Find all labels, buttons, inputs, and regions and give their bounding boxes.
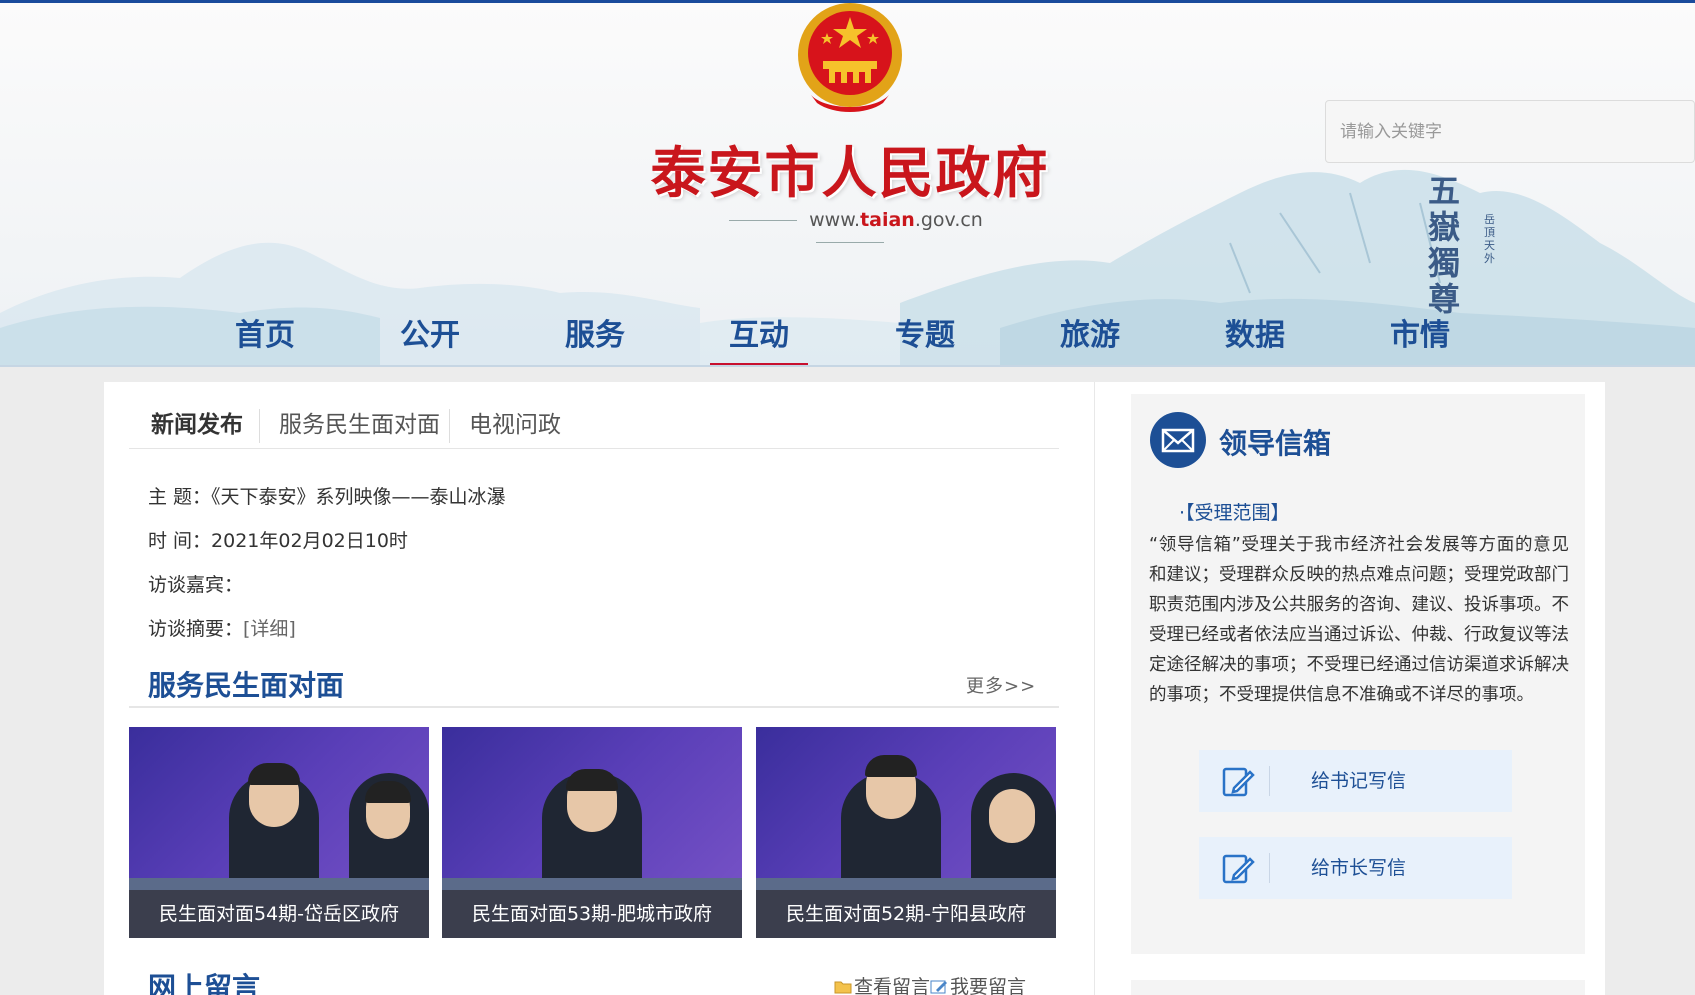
search-box[interactable] <box>1325 100 1695 163</box>
site-url: www.taian.gov.cn <box>680 209 1020 253</box>
nav-item-tourism[interactable]: 旅游 <box>1035 311 1145 367</box>
face-card-caption: 民生面对面53期-肥城市政府 <box>442 890 742 938</box>
calligraphy-signature: 岳頂天外 <box>1484 213 1495 265</box>
face-card[interactable]: 民生面对面53期-肥城市政府 <box>442 727 742 938</box>
nav-item-interaction[interactable]: 互动 <box>710 311 808 367</box>
nav-item-public[interactable]: 公开 <box>375 311 485 367</box>
write-message-link[interactable]: 我要留言 <box>930 976 1026 995</box>
news-guest: 访谈嘉宾： <box>148 574 244 596</box>
news-subject: 主 题：《天下泰安》系列映像——泰山冰瀑 <box>148 486 506 508</box>
news-summary: 访谈摘要：[详细] <box>148 618 296 640</box>
interaction-tabs: 新闻发布 服务民生面对面 电视问政 <box>129 407 1059 449</box>
nav-item-service[interactable]: 服务 <box>540 311 650 367</box>
message-section-title: 网上留言 <box>148 971 261 995</box>
news-time: 时 间：2021年02月02日10时 <box>148 530 408 552</box>
leader-mailbox-title: 领导信箱 <box>1219 427 1332 460</box>
news-subject-value[interactable]: 《天下泰安》系列映像——泰山冰瀑 <box>211 486 506 508</box>
folder-icon <box>834 981 852 994</box>
nav-item-data[interactable]: 数据 <box>1200 311 1310 367</box>
mail-icon <box>1150 412 1206 468</box>
national-emblem-icon <box>798 3 902 112</box>
face-card[interactable]: 民生面对面52期-宁阳县政府 <box>756 727 1056 938</box>
face-card-caption: 民生面对面52期-宁阳县政府 <box>756 890 1056 938</box>
face-card-caption: 民生面对面54期-岱岳区政府 <box>129 890 429 938</box>
write-to-secretary-button[interactable]: 给书记写信 <box>1199 750 1512 812</box>
nav-item-city-info[interactable]: 市情 <box>1365 311 1475 367</box>
write-to-mayor-button[interactable]: 给市长写信 <box>1199 837 1512 899</box>
acceptance-scope-text: “领导信箱”受理关于我市经济社会发展等方面的意见和建议；受理群众反映的热点难点问… <box>1149 535 1569 705</box>
view-messages-link[interactable]: 查看留言 <box>834 976 930 995</box>
face-section-title: 服务民生面对面 <box>148 669 345 702</box>
nav-item-home[interactable]: 首页 <box>210 311 320 367</box>
site-title: 泰安市人民政府 <box>650 140 1050 205</box>
message-actions: 查看留言 我要留言 <box>834 972 1026 995</box>
face-more-link[interactable]: 更多>> <box>966 672 1036 698</box>
write-letter-icon <box>1222 854 1255 884</box>
tab-news-release[interactable]: 新闻发布 <box>151 407 243 443</box>
nav-item-topics[interactable]: 专题 <box>870 311 980 367</box>
calligraphy-inscription: 五嶽獨尊 <box>1428 172 1461 318</box>
summary-detail-link[interactable]: [详细] <box>243 618 296 640</box>
tab-tv-inquiry[interactable]: 电视问政 <box>469 407 561 443</box>
leader-mailbox-panel: 领导信箱 ·【受理范围】 “领导信箱”受理关于我市经济社会发展等方面的意见和建议… <box>1109 382 1605 995</box>
face-cards: 民生面对面54期-岱岳区政府 民生面对面53期-肥城市政府 民生面对面52期-宁… <box>129 727 1059 938</box>
face-card[interactable]: 民生面对面54期-岱岳区政府 <box>129 727 429 938</box>
main-content: 新闻发布 服务民生面对面 电视问政 主 题：《天下泰安》系列映像——泰山冰瀑 时… <box>104 382 1094 995</box>
edit-icon <box>930 980 948 994</box>
write-letter-icon <box>1222 767 1255 797</box>
site-header: 泰安市人民政府 www.taian.gov.cn 五嶽獨尊 岳頂天外 首页 公开… <box>0 0 1695 367</box>
acceptance-scope-heading: ·【受理范围】 <box>1179 502 1290 524</box>
main-nav: 首页 公开 服务 互动 专题 旅游 数据 市情 <box>0 311 1695 367</box>
search-input[interactable] <box>1326 101 1694 162</box>
nav-divider <box>0 365 1695 367</box>
tab-face-to-face[interactable]: 服务民生面对面 <box>279 407 440 443</box>
